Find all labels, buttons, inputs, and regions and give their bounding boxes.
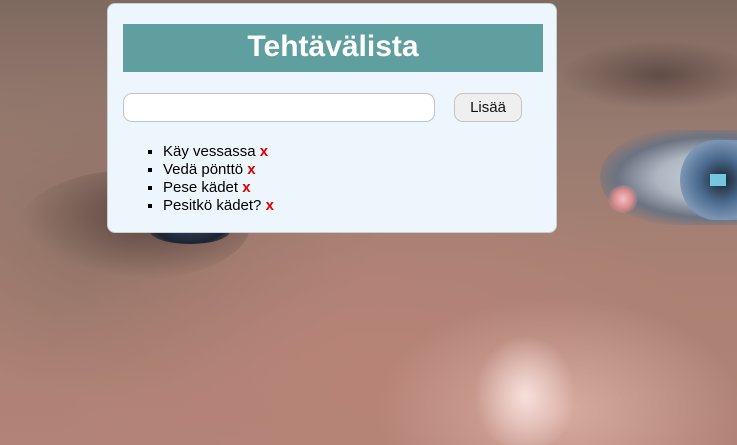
remove-task-button[interactable]: x [260,143,268,160]
task-text: Pesitkö kädet? [163,197,262,214]
tear-duct [608,185,638,213]
add-task-button[interactable]: Lisää [454,93,522,122]
task-list: Käy vessassa x Vedä pönttö x Pese kädet … [148,143,274,215]
task-item: Vedä pönttö x [163,161,274,179]
task-text: Pese kädet [163,179,239,196]
todo-card: Tehtävälista Lisää Käy vessassa x Vedä p… [107,3,557,233]
task-text: Vedä pönttö [163,161,244,178]
page-title: Tehtävälista [123,24,543,72]
task-input[interactable] [123,93,435,122]
task-item: Käy vessassa x [163,143,274,161]
task-item: Pese kädet x [163,179,274,197]
remove-task-button[interactable]: x [242,179,250,196]
right-eye-highlight [710,174,726,186]
remove-task-button[interactable]: x [247,161,255,178]
nose-highlight [470,330,580,445]
remove-task-button[interactable]: x [266,197,274,214]
task-text: Käy vessassa [163,143,256,160]
right-eyebrow [560,40,737,110]
task-item: Pesitkö kädet? x [163,197,274,215]
